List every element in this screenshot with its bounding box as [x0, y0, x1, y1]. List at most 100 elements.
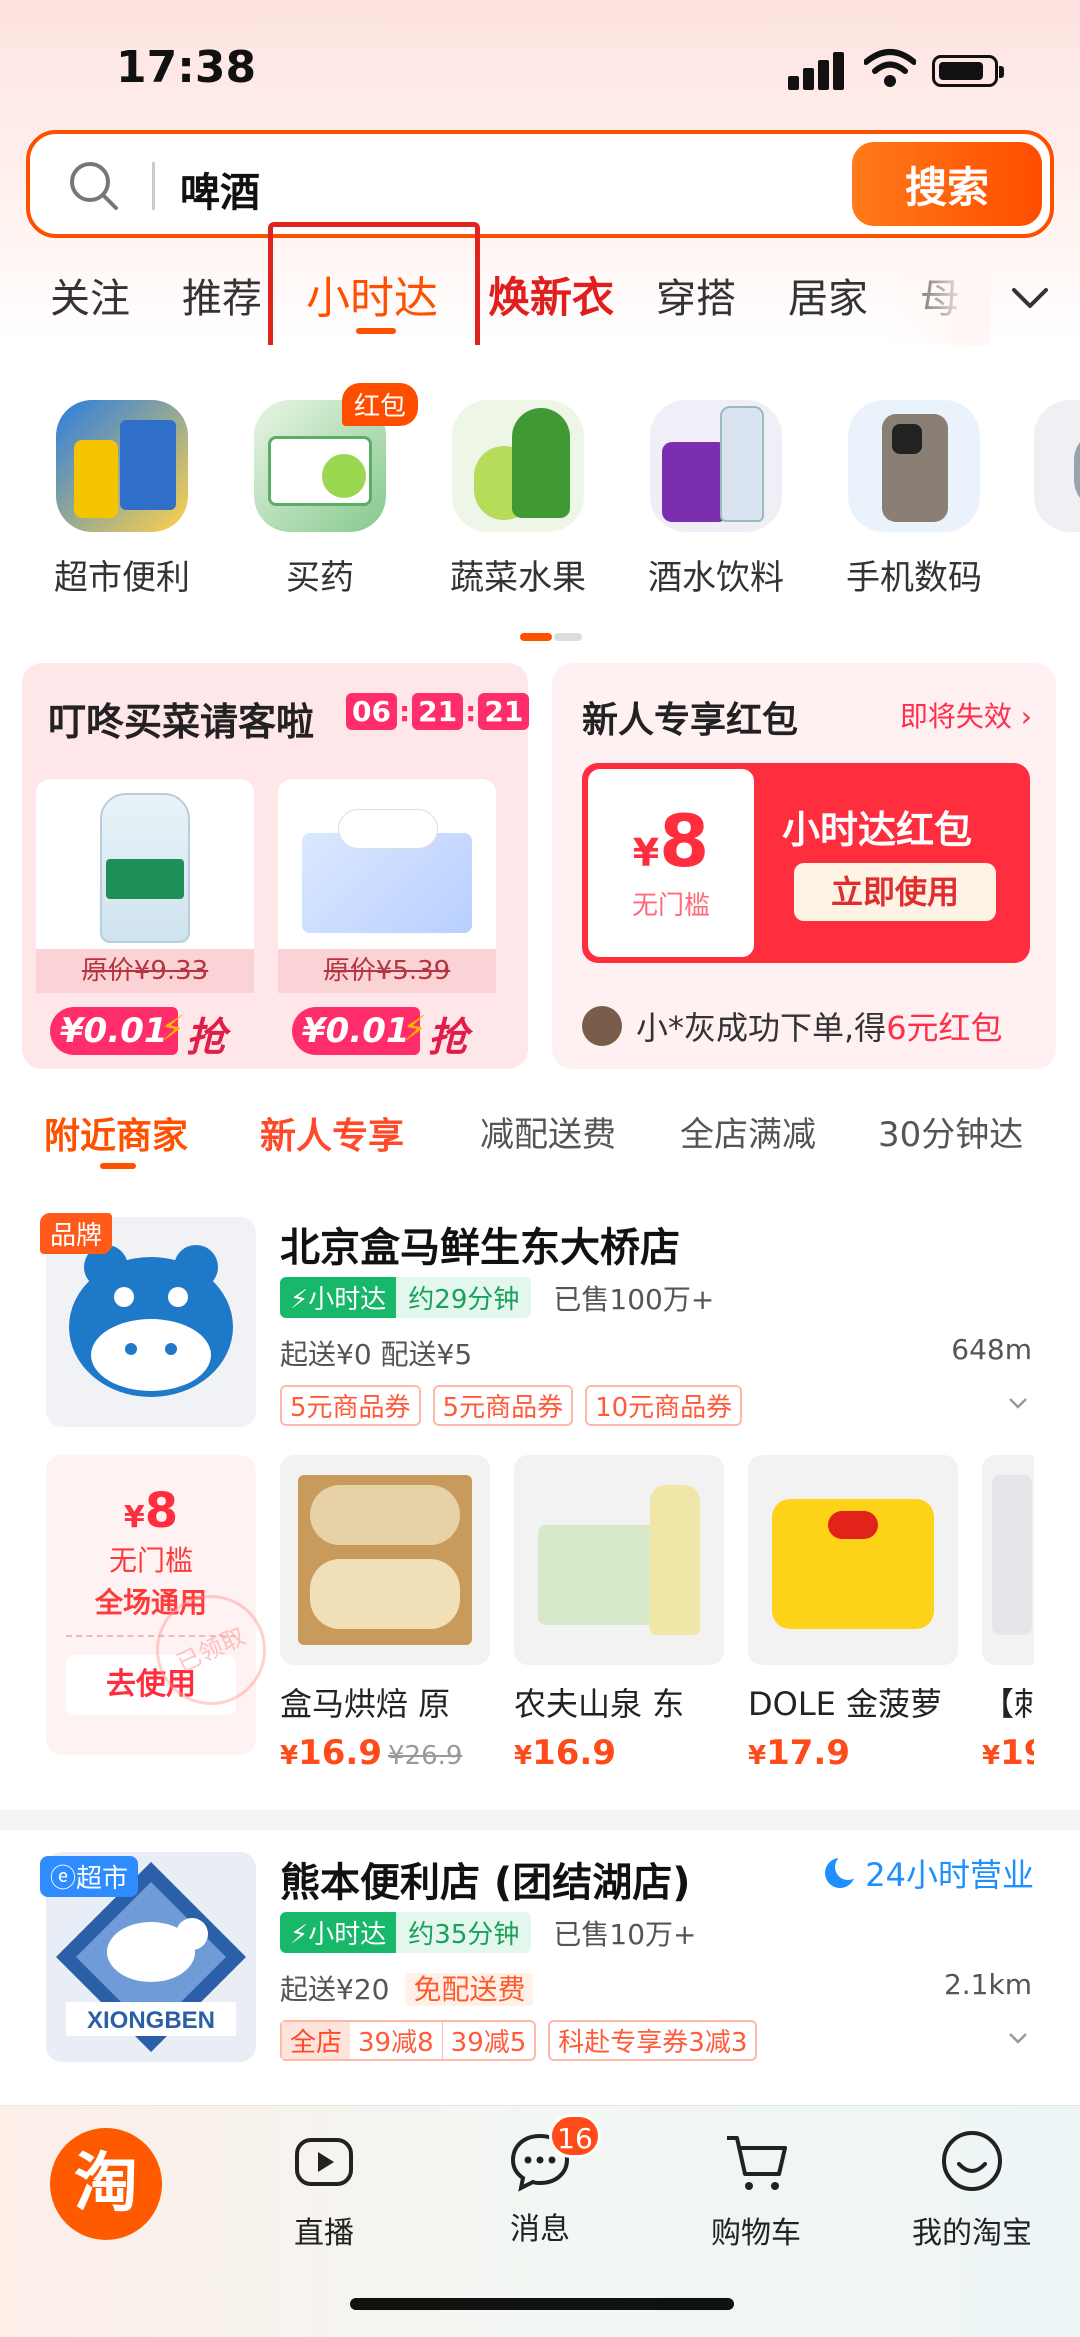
category-drinks[interactable]: 酒水饮料	[636, 400, 796, 599]
filter-delivery-fee[interactable]: 减配送费	[480, 1107, 616, 1156]
notice-text: 小*灰成功下单,得	[636, 1009, 887, 1047]
store-coupon-card[interactable]: ¥8 无门槛 全场通用 去使用 已领取	[46, 1455, 285, 1755]
digital-image	[848, 400, 980, 532]
tab-my-taobao[interactable]: 我的淘宝	[892, 2126, 1052, 2252]
expire-link[interactable]: 即将失效 ›	[900, 695, 1032, 735]
tab-follow[interactable]: 关注	[50, 266, 130, 324]
price-value: 17.9	[766, 1733, 850, 1773]
lightning-icon: ⚡	[402, 1009, 428, 1050]
flash-product-water[interactable]: 原价¥9.33 ¥0.01 ⚡ 抢	[36, 779, 254, 1061]
use-now-button[interactable]: 立即使用	[794, 863, 996, 921]
promo-tag: 全店	[282, 2022, 351, 2059]
category-label: 买药	[286, 558, 354, 598]
promo-2: 39减5	[441, 2022, 535, 2059]
wifi-icon	[864, 49, 916, 87]
search-input[interactable]: 啤酒	[180, 160, 260, 218]
product-item[interactable]: 盒马烘焙 原 ¥16.9 ¥26.9	[280, 1455, 492, 1773]
chevron-down-icon[interactable]	[1006, 2026, 1030, 2050]
flash-sale-title: 叮咚买菜请客啦	[48, 700, 315, 744]
coupon-tag: 10元商品券	[585, 1385, 743, 1426]
filter-30min[interactable]: 30分钟达	[878, 1107, 1023, 1156]
product-name: 盒马烘焙 原	[280, 1685, 451, 1723]
channel-tabs: 关注 推荐 小时达 焕新衣 穿搭 居家 母	[0, 250, 1080, 345]
supermarket-image	[56, 400, 188, 532]
sold-count: 已售100万+	[553, 1282, 715, 1316]
timer-hours: 06	[346, 693, 397, 730]
store-name: 熊本便利店 (团结湖店)	[280, 1860, 691, 1906]
meat-image	[1034, 400, 1080, 532]
currency: ¥	[748, 1741, 767, 1771]
flash-price-tag: ¥0.01 ⚡ 抢	[36, 1007, 236, 1061]
message-icon-wrap: 16	[505, 2114, 601, 2196]
tab-home[interactable]: 居家	[788, 266, 868, 324]
flash-product-tissue[interactable]: 原价¥5.39 ¥0.01 ⚡ 抢	[278, 779, 496, 1061]
water-bottle-image	[36, 779, 254, 949]
store-card-hema[interactable]: 品牌 北京盒马鲜生东大桥店 ⚡小时达 约29分钟 已售100万+ 起送¥0 配送…	[0, 1195, 1080, 1810]
price-value: 16.9	[298, 1733, 382, 1773]
bread-roll-image	[280, 1455, 490, 1665]
filter-active-underline	[100, 1163, 136, 1169]
price-value: 16.9	[532, 1733, 616, 1773]
hourly-tag-label: 小时达	[308, 1920, 387, 1950]
product-item[interactable]: 【刺: ¥19	[982, 1455, 1034, 1773]
tea-drink-image	[514, 1455, 724, 1665]
category-vegetables[interactable]: 蔬菜水果	[438, 400, 598, 599]
tab-label: 购物车	[711, 2216, 801, 2251]
tab-live[interactable]: 直播	[244, 2126, 404, 2252]
category-supermarket[interactable]: 超市便利	[42, 400, 202, 599]
eta: 约29分钟	[396, 1277, 532, 1318]
chevron-down-icon[interactable]	[1006, 274, 1054, 322]
category-label: 超市便利	[54, 558, 190, 598]
promo-section: 叮咚买菜请客啦 06: 21: 21 原价¥9.33 ¥0.01 ⚡ 抢 原价¥…	[0, 645, 1080, 1085]
new-user-title: 新人专享红包	[582, 700, 799, 741]
original-price: 原价¥9.33	[36, 949, 254, 993]
tab-recommend[interactable]: 推荐	[182, 266, 262, 324]
category-meat[interactable]: 肉	[1020, 400, 1080, 599]
product-price: ¥16.9 ¥26.9	[280, 1733, 492, 1773]
category-digital[interactable]: 手机数码	[834, 400, 994, 599]
category-medicine[interactable]: 买药	[240, 400, 400, 599]
search-bar[interactable]: 啤酒 搜索	[26, 130, 1054, 238]
chevron-down-icon[interactable]	[1006, 1391, 1030, 1415]
tab-messages[interactable]: 16 消息	[460, 2114, 620, 2248]
store-card-xiongben[interactable]: ⓔ超市 XIONGBEN 熊本便利店 (团结湖店) 24小时营业 ⚡小时达 约3…	[0, 1830, 1080, 2110]
red-packet-coupon[interactable]: ¥8 无门槛 小时达红包 立即使用	[582, 763, 1030, 963]
unread-badge: 16	[549, 2114, 601, 2158]
tab-outfit[interactable]: 穿搭	[656, 266, 736, 324]
coupon-value: 8	[659, 799, 710, 883]
category-label: 酒水饮料	[648, 558, 784, 598]
vegetables-image	[452, 400, 584, 532]
store-name: 北京盒马鲜生东大桥店	[280, 1225, 680, 1271]
flash-price-tag: ¥0.01 ⚡ 抢	[278, 1007, 478, 1061]
tab-label: 消息	[510, 2212, 570, 2247]
search-button[interactable]: 搜索	[852, 142, 1042, 226]
deal-condition: 无门槛	[108, 1544, 193, 1577]
avatar	[582, 1006, 622, 1046]
filter-full-reduction[interactable]: 全店满减	[680, 1107, 816, 1156]
product-price: ¥17.9	[748, 1733, 960, 1773]
filter-nearby[interactable]: 附近商家	[44, 1107, 188, 1159]
product-item[interactable]: DOLE 金菠萝 ¥17.9	[748, 1455, 960, 1773]
taobao-home-button[interactable]: 淘	[50, 2128, 162, 2240]
sold-count: 已售10万+	[553, 1917, 697, 1951]
product-item[interactable]: 农夫山泉 东 ¥16.9	[514, 1455, 726, 1773]
supermarket-badge-label: 超市	[76, 1864, 129, 1894]
filter-new-user[interactable]: 新人专享	[260, 1107, 404, 1159]
hourly-tag: ⚡小时达	[280, 1912, 397, 1953]
flash-sale-card[interactable]: 叮咚买菜请客啦 06: 21: 21 原价¥9.33 ¥0.01 ⚡ 抢 原价¥…	[22, 663, 530, 1069]
play-icon	[295, 2138, 353, 2186]
category-label: 手机数码	[846, 558, 982, 598]
distance: 648m	[951, 1333, 1032, 1366]
tab-new-clothes[interactable]: 焕新衣	[488, 264, 614, 325]
coupon-list: 全店 39减8 39减5 科赴专享券3减3	[280, 2020, 769, 2061]
coupon-tag: 5元商品券	[280, 1385, 421, 1426]
page-indicator	[520, 633, 582, 641]
tab-cart[interactable]: 购物车	[676, 2126, 836, 2252]
original-price: 原价¥5.39	[278, 949, 496, 993]
expire-label: 即将失效	[899, 700, 1012, 733]
battery-icon	[932, 55, 1004, 87]
min-order: 起送¥20	[280, 1973, 390, 2006]
deal-value: 8	[144, 1483, 179, 1539]
new-user-red-packet-card[interactable]: 新人专享红包 即将失效 › ¥8 无门槛 小时达红包 立即使用 小*灰成功下单,…	[552, 663, 1056, 1069]
category-label: 蔬菜水果	[450, 558, 586, 598]
